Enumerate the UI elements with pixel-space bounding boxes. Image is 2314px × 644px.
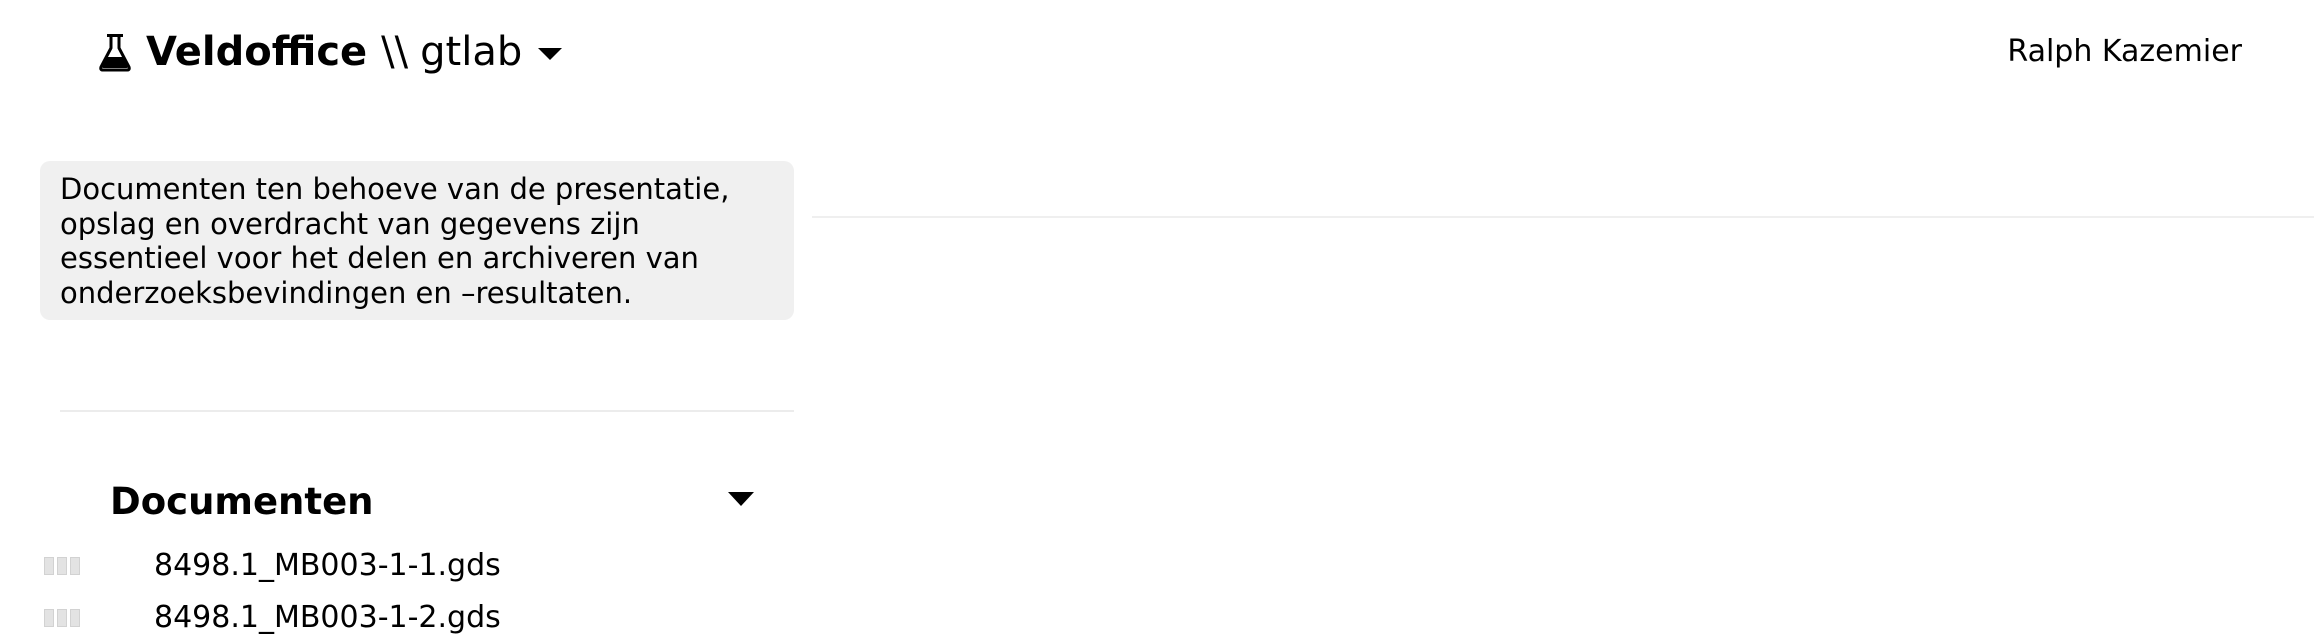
document-name: 8498.1_MB003-1-2.gds	[154, 600, 501, 635]
user-menu[interactable]: Ralph Kazemier	[2007, 32, 2242, 72]
document-name: 8498.1_MB003-1-1.gds	[154, 548, 501, 583]
section-collapse-toggle[interactable]	[726, 492, 756, 514]
list-item[interactable]: 8498.1_MB003-1-2.gds	[44, 592, 804, 644]
sidebar-divider	[60, 410, 794, 412]
content-divider	[812, 216, 2314, 218]
list-item[interactable]: 8498.1_MB003-1-1.gds	[44, 540, 804, 592]
description-panel: Documenten ten behoeve van de presentati…	[40, 161, 794, 320]
chevron-down-icon	[538, 48, 563, 60]
file-icon	[44, 557, 86, 575]
breadcrumb-separator: \\	[381, 29, 409, 75]
caret-down-icon	[728, 492, 754, 506]
project-switcher[interactable]: Veldoffice \\ gtlab	[98, 22, 563, 82]
top-bar: Veldoffice \\ gtlab Ralph Kazemier	[0, 0, 2314, 100]
section-title: Documenten	[110, 480, 374, 523]
project-name: gtlab	[420, 29, 523, 75]
document-list: 8498.1_MB003-1-1.gds 8498.1_MB003-1-2.gd…	[44, 540, 804, 644]
flask-icon	[99, 34, 131, 72]
file-icon	[44, 609, 86, 627]
brand-name: Veldoffice	[146, 29, 368, 75]
